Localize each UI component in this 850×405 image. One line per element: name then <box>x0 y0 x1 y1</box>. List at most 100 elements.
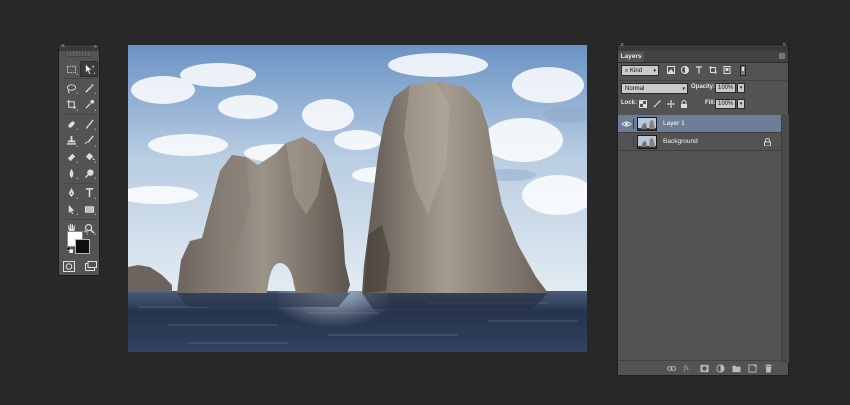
shape-filter-icon[interactable] <box>709 66 717 74</box>
lock-pixels-icon[interactable] <box>653 100 661 108</box>
panel-menu-icon[interactable] <box>779 53 785 59</box>
path-select-tool[interactable] <box>62 201 80 217</box>
type-icon <box>85 188 93 198</box>
visibility-toggle-empty[interactable] <box>621 137 634 147</box>
tab-layers[interactable]: Layers <box>618 51 644 62</box>
add-layer-style-button[interactable]: fx. <box>682 363 692 373</box>
lock-icon <box>764 138 771 146</box>
chevron-down-icon: ▾ <box>682 86 685 92</box>
lock-transparency-icon[interactable] <box>639 100 647 108</box>
visibility-eye-icon[interactable] <box>621 119 634 129</box>
quick-mask-icon[interactable] <box>63 261 75 272</box>
add-mask-button[interactable] <box>699 363 709 373</box>
adjustment-icon <box>715 363 725 373</box>
fill-slider-toggle[interactable]: ▾ <box>737 99 745 109</box>
link-layers-button[interactable] <box>666 363 676 373</box>
healing-brush-tool[interactable] <box>62 116 80 132</box>
document-canvas[interactable] <box>128 45 587 352</box>
blur-icon <box>69 168 73 178</box>
eyedropper-tool[interactable] <box>80 97 98 113</box>
blur-tool[interactable] <box>62 165 80 181</box>
panel-grip[interactable] <box>67 51 91 57</box>
layer-name[interactable]: Layer 1 <box>663 115 685 133</box>
clone-stamp-icon <box>66 135 76 145</box>
opacity-input[interactable]: 100% <box>715 83 736 93</box>
photo-faraglioni-rocks <box>128 45 587 352</box>
filter-row: ⌕ Kind ▾ <box>618 65 788 79</box>
lock-position-icon[interactable] <box>667 100 675 108</box>
collapse-icon[interactable]: » <box>783 42 786 48</box>
healing-brush-icon <box>67 121 75 128</box>
layer-row-background[interactable]: Background <box>618 133 781 151</box>
lasso-icon <box>66 84 76 94</box>
opacity-label: Opacity: <box>691 84 716 90</box>
history-brush-tool[interactable] <box>80 133 98 149</box>
lock-label: Lock: <box>621 100 638 106</box>
brush-icon <box>85 119 94 129</box>
new-adjustment-button[interactable] <box>715 363 725 373</box>
chevron-down-icon: ▾ <box>653 68 656 74</box>
swap-colors-icon[interactable]: ↰ <box>83 229 89 237</box>
rectangle-shape-icon <box>84 205 94 213</box>
opacity-slider-toggle[interactable]: ▾ <box>737 83 745 93</box>
layer-list: Layer 1 Background <box>618 115 781 355</box>
rectangle-shape-tool[interactable] <box>80 201 98 217</box>
lock-row: Lock: Fill: 100% ▾ <box>618 99 788 112</box>
new-group-button[interactable] <box>731 363 741 373</box>
fill-input[interactable]: 100% <box>715 99 736 109</box>
eraser-icon <box>67 154 75 162</box>
move-tool[interactable] <box>80 61 98 77</box>
tools-panel-header[interactable]: × » <box>59 42 99 52</box>
tools-panel: × » ↰ <box>58 42 100 276</box>
layers-footer: fx. <box>618 360 788 375</box>
filter-kind-value: Kind <box>630 68 643 74</box>
paint-bucket-icon <box>85 153 95 161</box>
paint-bucket-tool[interactable] <box>80 149 98 165</box>
blend-row: Normal ▾ Opacity: 100% ▾ <box>618 83 788 96</box>
magic-wand-tool[interactable] <box>80 80 98 96</box>
dodge-icon <box>84 169 94 178</box>
screen-mode-icon[interactable] <box>85 261 97 272</box>
lasso-tool[interactable] <box>62 80 80 96</box>
smart-object-filter-icon[interactable] <box>723 66 731 74</box>
eyedropper-icon <box>84 100 94 109</box>
lock-all-icon[interactable] <box>680 100 688 108</box>
crop-tool[interactable] <box>62 97 80 113</box>
type-tool[interactable] <box>80 185 98 201</box>
type-filter-icon[interactable] <box>695 66 703 74</box>
filter-toggle-switch[interactable] <box>740 65 746 76</box>
filter-kind-select[interactable]: ⌕ Kind ▾ <box>621 65 659 76</box>
mode-buttons <box>63 261 97 273</box>
layers-scrollbar[interactable] <box>781 115 789 363</box>
rect-marquee-tool[interactable] <box>62 61 80 77</box>
new-layer-button[interactable] <box>747 363 757 373</box>
background-color-swatch[interactable] <box>75 239 90 254</box>
layer-row-layer-1[interactable]: Layer 1 <box>618 115 781 133</box>
dodge-tool[interactable] <box>80 165 98 181</box>
magic-wand-icon <box>84 83 94 93</box>
mask-icon <box>699 364 709 372</box>
close-icon[interactable]: × <box>61 42 65 52</box>
pen-tool[interactable] <box>62 185 80 201</box>
blend-mode-value: Normal <box>625 86 645 92</box>
layer-thumbnail <box>637 117 657 131</box>
eraser-tool[interactable] <box>62 149 80 165</box>
layer-name[interactable]: Background <box>663 133 698 151</box>
panel-tab-bar: Layers <box>618 51 788 63</box>
move-icon <box>85 64 94 74</box>
default-colors-icon[interactable] <box>67 247 73 253</box>
blend-mode-select[interactable]: Normal ▾ <box>621 83 688 94</box>
adjustment-filter-icon[interactable] <box>681 66 689 74</box>
new-layer-icon <box>747 363 757 373</box>
brush-tool[interactable] <box>80 116 98 132</box>
pen-icon <box>68 188 74 198</box>
close-icon[interactable]: × <box>620 42 624 49</box>
layers-panel: × » Layers ⌕ Kind ▾ Normal ▾ Opacity: 10… <box>617 42 789 376</box>
clone-stamp-tool[interactable] <box>62 133 80 149</box>
history-brush-icon <box>84 135 94 145</box>
pixel-filter-icon[interactable] <box>667 66 675 74</box>
layer-thumbnail <box>637 135 657 149</box>
collapse-icon[interactable]: » <box>94 42 97 52</box>
path-select-icon <box>68 204 74 214</box>
delete-layer-button[interactable] <box>763 363 773 373</box>
